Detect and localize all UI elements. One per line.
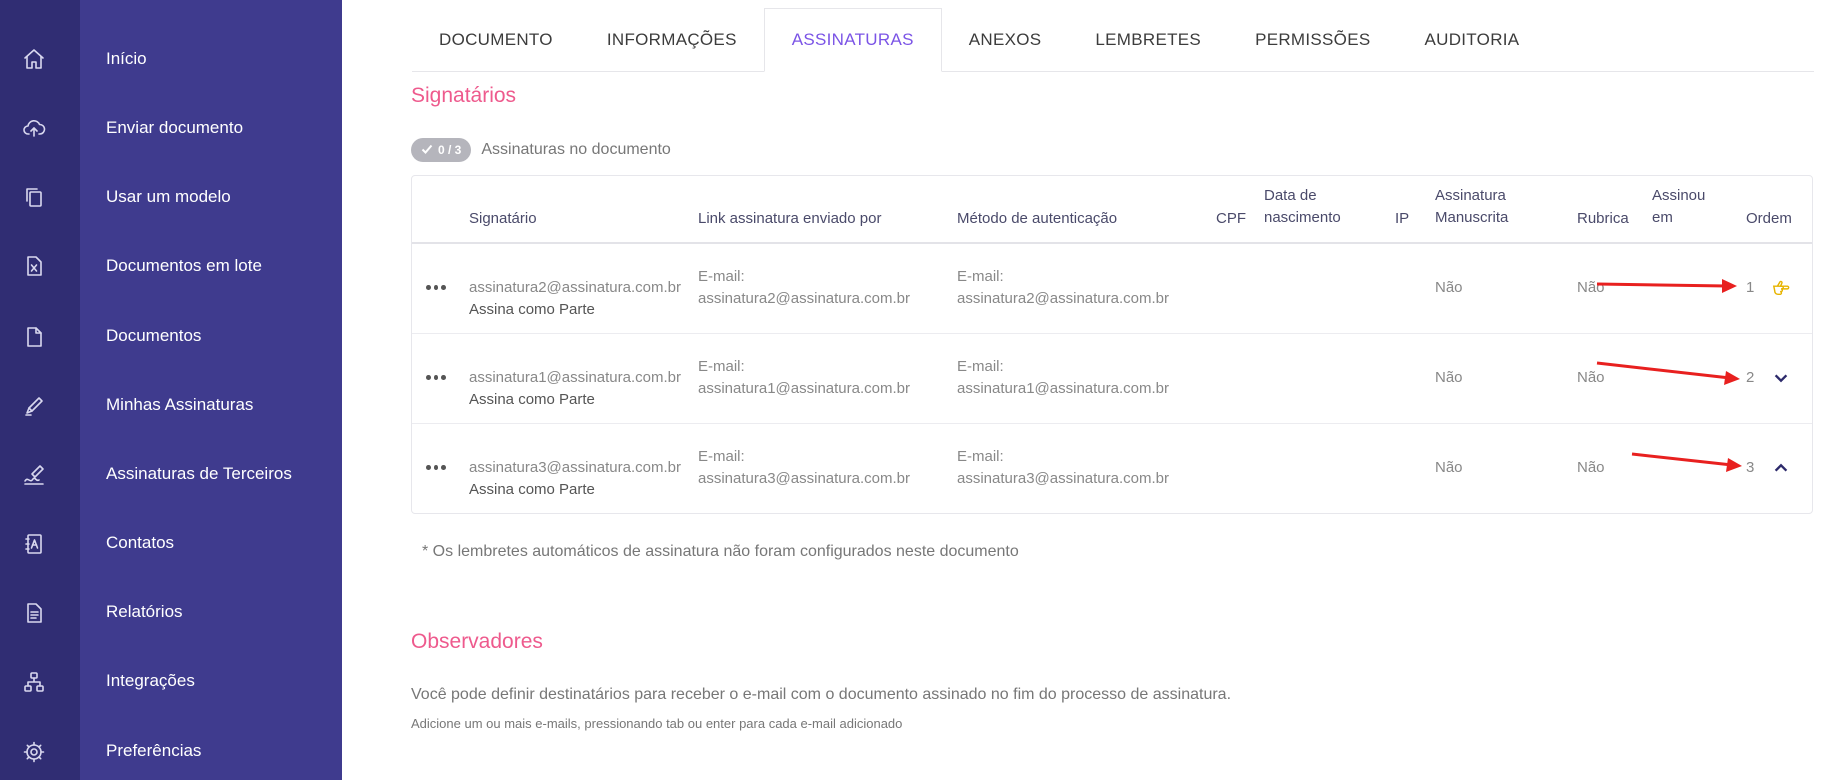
sidebar-item-relatorios[interactable]: Relatórios — [80, 584, 342, 640]
sidebar-item-documentos-lote[interactable]: Documentos em lote — [80, 238, 342, 294]
tab-assinaturas[interactable]: ASSINATURAS — [763, 8, 942, 72]
tab-documento[interactable]: DOCUMENTO — [412, 8, 580, 72]
sidebar-item-label: Contatos — [106, 533, 175, 552]
contacts-icon[interactable] — [20, 530, 48, 558]
icon-rail — [0, 0, 80, 780]
signers-table: Signatário Link assinatura enviado por M… — [411, 175, 1813, 514]
header-rubrica: Rubrica — [1577, 210, 1629, 227]
sidebar-nav: Início Enviar documento Usar um modelo D… — [80, 0, 342, 780]
home-icon[interactable] — [20, 45, 48, 73]
header-metodo: Método de autenticação — [957, 210, 1118, 227]
chevron-down-icon[interactable] — [1771, 368, 1791, 388]
tab-anexos[interactable]: ANEXOS — [942, 8, 1069, 72]
link-sent-by: E-mail: assinatura1@assinatura.com.br — [698, 358, 910, 397]
signatarios-title: Signatários — [411, 84, 517, 107]
report-icon[interactable] — [20, 599, 48, 627]
reminders-note: * Os lembretes automáticos de assinatura… — [422, 543, 1019, 560]
sidebar-item-label: Relatórios — [106, 602, 183, 621]
signature-count: 0 / 3 Assinaturas no documento — [411, 138, 671, 162]
sidebar-item-minhas-assinaturas[interactable]: Minhas Assinaturas — [80, 377, 342, 433]
tab-informacoes[interactable]: INFORMAÇÕES — [580, 8, 764, 72]
sidebar-item-label: Minhas Assinaturas — [106, 395, 254, 414]
badge-label: Assinaturas no documento — [481, 141, 671, 158]
gear-icon[interactable] — [20, 738, 48, 766]
sidebar-item-label: Integrações — [106, 671, 195, 690]
tab-bar: DOCUMENTO INFORMAÇÕES ASSINATURAS ANEXOS… — [412, 8, 1814, 72]
signer-role: Assina como Parte — [469, 391, 595, 408]
check-icon — [421, 143, 433, 158]
hand-pointer-icon[interactable] — [1771, 278, 1791, 298]
auth-method: E-mail: assinatura3@assinatura.com.br — [957, 448, 1169, 487]
document-icon[interactable] — [20, 323, 48, 351]
integrations-icon[interactable] — [20, 668, 48, 696]
sidebar-item-usar-modelo[interactable]: Usar um modelo — [80, 169, 342, 225]
badge-count: 0 / 3 — [438, 143, 462, 157]
sidebar-item-label: Assinaturas de Terceiros — [106, 464, 292, 483]
sidebar-item-label: Usar um modelo — [106, 187, 231, 206]
rubrica-value: Não — [1577, 279, 1605, 296]
sidebar-item-label: Preferências — [106, 741, 202, 760]
chevron-up-icon[interactable] — [1771, 458, 1791, 478]
excel-file-icon[interactable] — [20, 252, 48, 280]
header-ordem: Ordem — [1746, 210, 1792, 227]
order-value: 1 — [1746, 279, 1755, 296]
signer-email: assinatura1@assinatura.com.br — [469, 369, 681, 386]
header-nascimento: Data de nascimento — [1264, 187, 1341, 226]
row-menu-icon[interactable] — [426, 465, 447, 475]
auth-method: E-mail: assinatura1@assinatura.com.br — [957, 358, 1169, 397]
table-row: assinatura1@assinatura.com.br Assina com… — [412, 334, 1812, 424]
tab-permissoes[interactable]: PERMISSÕES — [1228, 8, 1397, 72]
rubrica-value: Não — [1577, 369, 1605, 386]
status-badge: 0 / 3 — [411, 138, 472, 162]
order-value: 3 — [1746, 459, 1755, 476]
template-icon[interactable] — [20, 183, 48, 211]
signer-role: Assina como Parte — [469, 481, 595, 498]
observadores-hint: Adicione um ou mais e-mails, pressionand… — [411, 716, 903, 731]
row-menu-icon[interactable] — [426, 375, 447, 385]
table-row: assinatura3@assinatura.com.br Assina com… — [412, 424, 1812, 514]
table-header: Signatário Link assinatura enviado por M… — [412, 176, 1812, 244]
observadores-title: Observadores — [411, 630, 543, 653]
sidebar-item-label: Enviar documento — [106, 118, 244, 137]
sidebar-item-preferencias[interactable]: Preferências — [80, 723, 342, 779]
auth-method: E-mail: assinatura2@assinatura.com.br — [957, 268, 1169, 307]
header-assinou: Assinou em — [1652, 187, 1706, 226]
header-ip: IP — [1395, 210, 1410, 227]
sidebar-item-assinaturas-terceiros[interactable]: Assinaturas de Terceiros — [80, 446, 342, 502]
sidebar-item-integracoes[interactable]: Integrações — [80, 653, 342, 709]
tab-lembretes[interactable]: LEMBRETES — [1068, 8, 1228, 72]
sidebar-item-enviar-documento[interactable]: Enviar documento — [80, 100, 342, 156]
row-menu-icon[interactable] — [426, 285, 447, 295]
sidebar-item-label: Início — [106, 49, 147, 68]
sidebar-item-inicio[interactable]: Início — [80, 31, 342, 87]
manuscrita-value: Não — [1435, 459, 1463, 476]
link-sent-by: E-mail: assinatura3@assinatura.com.br — [698, 448, 910, 487]
sidebar-item-contatos[interactable]: Contatos — [80, 515, 342, 571]
header-cpf: CPF — [1216, 210, 1246, 227]
signature-icon[interactable] — [20, 461, 48, 489]
header-manuscrita: Assinatura Manuscrita — [1435, 187, 1509, 226]
signer-email: assinatura3@assinatura.com.br — [469, 459, 681, 476]
rubrica-value: Não — [1577, 459, 1605, 476]
link-sent-by: E-mail: assinatura2@assinatura.com.br — [698, 268, 910, 307]
pen-icon[interactable] — [20, 392, 48, 420]
observadores-description: Você pode definir destinatários para rec… — [411, 686, 1232, 703]
header-signatario: Signatário — [469, 210, 537, 227]
cloud-upload-icon[interactable] — [20, 114, 48, 142]
tab-auditoria[interactable]: AUDITORIA — [1397, 8, 1546, 72]
signer-role: Assina como Parte — [469, 301, 595, 318]
sidebar-item-label: Documentos — [106, 326, 202, 345]
table-row: assinatura2@assinatura.com.br Assina com… — [412, 244, 1812, 334]
sidebar-item-label: Documentos em lote — [106, 256, 262, 275]
manuscrita-value: Não — [1435, 369, 1463, 386]
main-content: DOCUMENTO INFORMAÇÕES ASSINATURAS ANEXOS… — [342, 0, 1846, 780]
signer-email: assinatura2@assinatura.com.br — [469, 279, 681, 296]
order-value: 2 — [1746, 369, 1755, 386]
sidebar-item-documentos[interactable]: Documentos — [80, 308, 342, 364]
manuscrita-value: Não — [1435, 279, 1463, 296]
header-link: Link assinatura enviado por — [698, 210, 882, 227]
